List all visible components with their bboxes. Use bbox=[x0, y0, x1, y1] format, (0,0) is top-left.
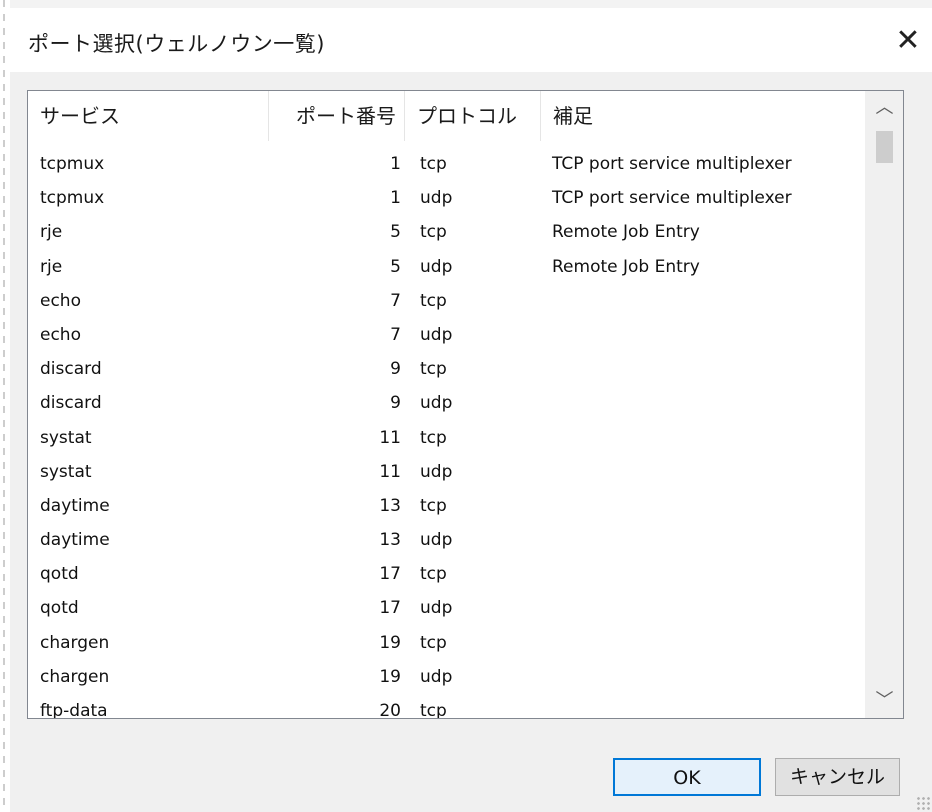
cell-service: daytime bbox=[40, 495, 110, 516]
cell-note: Remote Job Entry bbox=[552, 222, 700, 243]
cell-port: 9 bbox=[390, 359, 401, 380]
table-row[interactable]: rje 5 udp Remote Job Entry bbox=[28, 250, 866, 284]
table-row[interactable]: qotd 17 udp bbox=[28, 591, 866, 625]
resize-grip-icon[interactable] bbox=[916, 796, 930, 810]
cell-port: 9 bbox=[390, 393, 401, 414]
cell-protocol: udp bbox=[420, 256, 453, 277]
cell-port: 13 bbox=[379, 530, 401, 551]
cell-port: 20 bbox=[379, 701, 401, 719]
close-icon[interactable]: ✕ bbox=[888, 22, 928, 60]
cell-protocol: tcp bbox=[420, 495, 447, 516]
cell-service: daytime bbox=[40, 530, 110, 551]
cell-service: echo bbox=[40, 324, 81, 345]
list-header: サービス ポート番号 プロトコル 補足 bbox=[28, 91, 866, 141]
cell-service: discard bbox=[40, 393, 102, 414]
cell-note: Remote Job Entry bbox=[552, 256, 700, 277]
cell-service: systat bbox=[40, 427, 92, 448]
cell-service: qotd bbox=[40, 598, 79, 619]
cell-protocol: udp bbox=[420, 393, 453, 414]
table-row[interactable]: echo 7 udp bbox=[28, 318, 866, 352]
cell-service: rje bbox=[40, 222, 63, 243]
cell-protocol: udp bbox=[420, 324, 453, 345]
cell-port: 7 bbox=[390, 324, 401, 345]
cell-port: 1 bbox=[390, 188, 401, 209]
scroll-up-icon[interactable]: ︿ bbox=[866, 91, 903, 125]
scroll-thumb[interactable] bbox=[876, 131, 893, 163]
cell-protocol: udp bbox=[420, 188, 453, 209]
ok-button[interactable]: OK bbox=[613, 758, 761, 796]
dialog-title: ポート選択(ウェルノウン一覧) bbox=[28, 32, 325, 56]
column-header-port[interactable]: ポート番号 bbox=[269, 91, 405, 141]
cell-port: 1 bbox=[390, 154, 401, 174]
cancel-button[interactable]: キャンセル bbox=[775, 758, 900, 796]
cell-service: tcpmux bbox=[40, 188, 105, 209]
cell-service: discard bbox=[40, 359, 102, 380]
table-row[interactable]: daytime 13 udp bbox=[28, 523, 866, 557]
cell-port: 5 bbox=[390, 256, 401, 277]
dialog-titlebar[interactable]: ポート選択(ウェルノウン一覧) ✕ bbox=[10, 8, 932, 72]
cell-port: 13 bbox=[379, 495, 401, 516]
cell-protocol: udp bbox=[420, 598, 453, 619]
cell-service: qotd bbox=[40, 564, 79, 585]
table-row[interactable]: daytime 13 tcp bbox=[28, 489, 866, 523]
table-row[interactable]: systat 11 tcp bbox=[28, 421, 866, 455]
cell-protocol: udp bbox=[420, 530, 453, 551]
cell-protocol: tcp bbox=[420, 359, 447, 380]
cell-port: 11 bbox=[379, 427, 401, 448]
table-row[interactable]: chargen 19 tcp bbox=[28, 626, 866, 660]
cell-service: systat bbox=[40, 461, 92, 482]
cell-service: echo bbox=[40, 290, 81, 311]
list-rows: tcpmux 1 tcp TCP port service multiplexer tc… bbox=[28, 147, 866, 719]
table-row[interactable]: discard 9 tcp bbox=[28, 352, 866, 386]
cell-note: TCP port service multiplexer bbox=[552, 154, 792, 174]
table-row[interactable]: systat 11 udp bbox=[28, 455, 866, 489]
cell-protocol: tcp bbox=[420, 632, 447, 653]
cell-protocol: tcp bbox=[420, 427, 447, 448]
table-row[interactable]: qotd 17 tcp bbox=[28, 557, 866, 591]
dialog-body: サービス ポート番号 プロトコル 補足 tcpmux 1 tcp TCP port s… bbox=[10, 72, 932, 812]
table-row[interactable]: chargen 19 udp bbox=[28, 660, 866, 694]
column-header-note[interactable]: 補足 bbox=[541, 91, 866, 141]
cell-port: 5 bbox=[390, 222, 401, 243]
cell-port: 17 bbox=[379, 564, 401, 585]
table-row[interactable]: discard 9 udp bbox=[28, 386, 866, 420]
cell-protocol: tcp bbox=[420, 701, 447, 719]
cell-port: 7 bbox=[390, 290, 401, 311]
cell-service: chargen bbox=[40, 632, 110, 653]
cell-service: chargen bbox=[40, 666, 110, 687]
cell-protocol: tcp bbox=[420, 564, 447, 585]
scroll-down-icon[interactable]: ﹀ bbox=[866, 684, 903, 718]
vertical-scrollbar[interactable]: ︿ ﹀ bbox=[865, 91, 903, 718]
cell-port: 19 bbox=[379, 632, 401, 653]
port-list[interactable]: サービス ポート番号 プロトコル 補足 tcpmux 1 tcp TCP port s… bbox=[27, 90, 904, 719]
cell-protocol: udp bbox=[420, 666, 453, 687]
column-header-protocol[interactable]: プロトコル bbox=[405, 91, 541, 141]
cell-service: rje bbox=[40, 256, 63, 277]
cell-service: tcpmux bbox=[40, 154, 105, 174]
table-row[interactable]: tcpmux 1 udp TCP port service multiplexer bbox=[28, 181, 866, 215]
table-row[interactable]: ftp-data 20 tcp bbox=[28, 694, 866, 719]
cell-note: TCP port service multiplexer bbox=[552, 188, 792, 209]
background-window-sliver bbox=[10, 0, 932, 8]
cell-protocol: tcp bbox=[420, 290, 447, 311]
cell-service: ftp-data bbox=[40, 701, 108, 719]
table-row[interactable]: rje 5 tcp Remote Job Entry bbox=[28, 215, 866, 249]
table-row[interactable]: tcpmux 1 tcp TCP port service multiplexer bbox=[28, 147, 866, 181]
cell-protocol: udp bbox=[420, 461, 453, 482]
cell-protocol: tcp bbox=[420, 222, 447, 243]
cell-protocol: tcp bbox=[420, 154, 447, 174]
cell-port: 19 bbox=[379, 666, 401, 687]
table-row[interactable]: echo 7 tcp bbox=[28, 284, 866, 318]
column-header-service[interactable]: サービス bbox=[28, 91, 269, 141]
cell-port: 11 bbox=[379, 461, 401, 482]
cell-port: 17 bbox=[379, 598, 401, 619]
